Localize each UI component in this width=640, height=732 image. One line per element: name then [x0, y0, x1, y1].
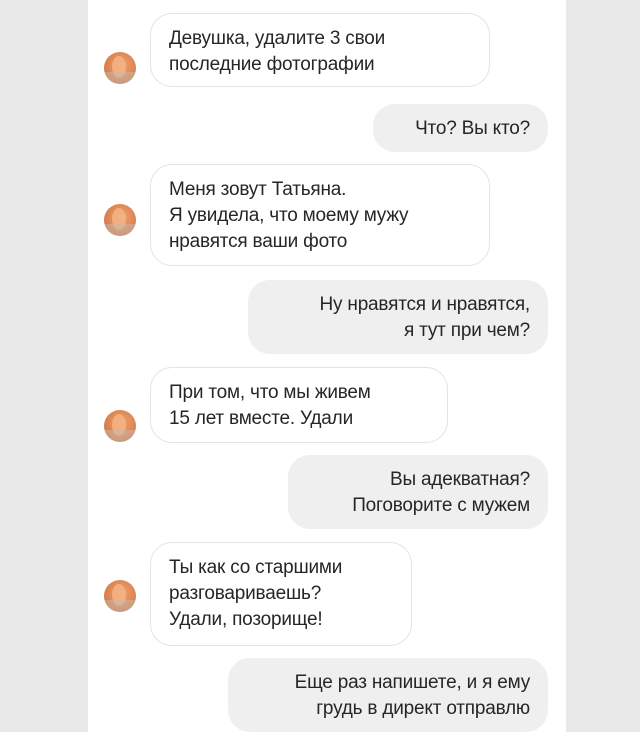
outgoing-message-bubble[interactable]: Ну нравятся и нравятся, я тут при чем? [248, 280, 548, 354]
outgoing-message-bubble[interactable]: Что? Вы кто? [373, 104, 548, 152]
incoming-message-bubble[interactable]: Девушка, удалите 3 свои последние фотогр… [150, 13, 490, 87]
incoming-message-bubble[interactable]: При том, что мы живем 15 лет вместе. Уда… [150, 367, 448, 443]
incoming-message-bubble[interactable]: Меня зовут Татьяна. Я увидела, что моему… [150, 164, 490, 266]
incoming-message-bubble[interactable]: Ты как со старшими разговариваешь? Удали… [150, 542, 412, 646]
outgoing-message-bubble[interactable]: Вы адекватная? Поговорите с мужем [288, 455, 548, 529]
avatar-icon[interactable] [104, 204, 136, 236]
avatar-icon[interactable] [104, 580, 136, 612]
outgoing-message-bubble[interactable]: Еще раз напишете, и я ему грудь в директ… [228, 658, 548, 732]
avatar-icon[interactable] [104, 410, 136, 442]
chat-thread: Девушка, удалите 3 свои последние фотогр… [88, 0, 566, 732]
avatar-icon[interactable] [104, 52, 136, 84]
